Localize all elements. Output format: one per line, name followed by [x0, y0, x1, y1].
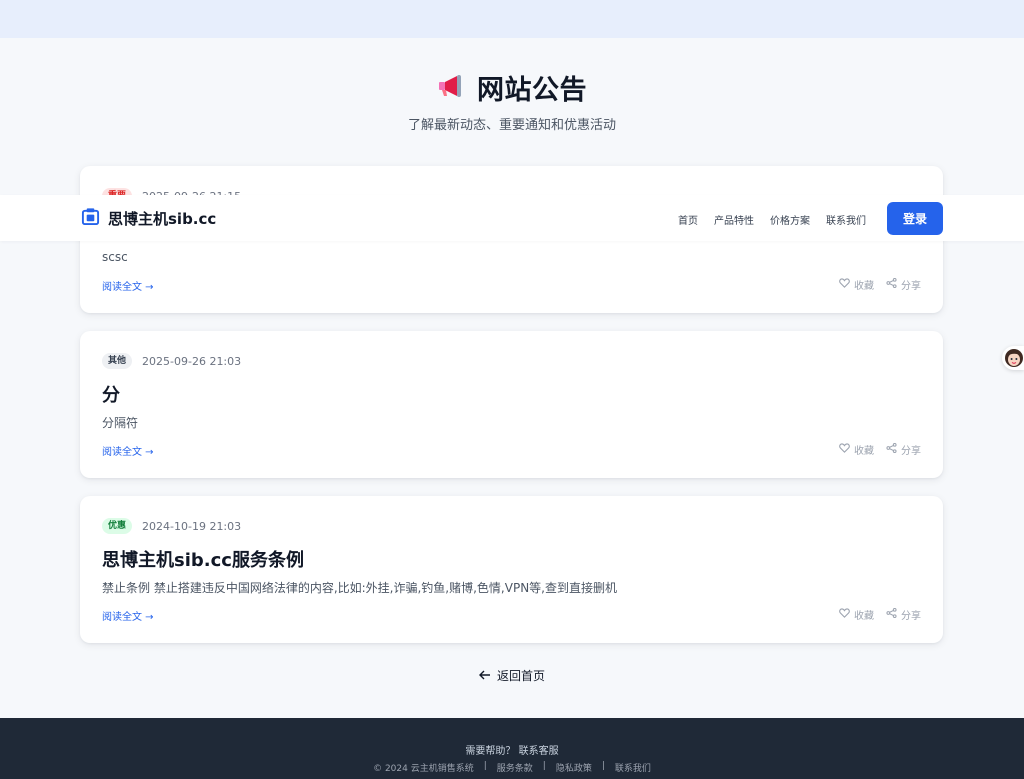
- favorite-label: 收藏: [854, 611, 874, 622]
- share-icon: [886, 607, 897, 621]
- share-label: 分享: [901, 446, 921, 457]
- announcement-card: 其他 2025-09-26 21:03 分 分隔符 阅读全文 → 收藏 分享: [80, 331, 943, 478]
- read-more-link[interactable]: 阅读全文 →: [102, 278, 154, 293]
- arrow-left-icon: [478, 669, 491, 683]
- share-icon: [886, 277, 897, 291]
- nav-links: 首页 产品特性 价格方案 联系我们: [678, 212, 866, 227]
- favorite-label: 收藏: [854, 281, 874, 292]
- favorite-button[interactable]: 收藏: [839, 277, 874, 292]
- server-box-icon: [81, 207, 100, 230]
- brand[interactable]: 思博主机sib.cc: [81, 207, 216, 230]
- share-icon: [886, 442, 897, 456]
- read-more-link[interactable]: 阅读全文 →: [102, 443, 154, 458]
- page-title: 网站公告: [0, 68, 1024, 107]
- card-excerpt: 禁止条例 禁止搭建违反中国网络法律的内容,比如:外挂,诈骗,钓鱼,赌博,色情,V…: [102, 581, 617, 595]
- page-subtitle: 了解最新动态、重要通知和优惠活动: [407, 118, 616, 133]
- contact-link[interactable]: 联系我们: [615, 761, 651, 774]
- divider: |: [542, 761, 546, 771]
- nav-item-home[interactable]: 首页: [678, 212, 698, 227]
- nav-item-contact[interactable]: 联系我们: [826, 212, 866, 227]
- read-more-link[interactable]: 阅读全文 →: [102, 608, 154, 623]
- privacy-link[interactable]: 隐私政策: [556, 761, 592, 774]
- terms-link[interactable]: 服务条款: [497, 761, 533, 774]
- card-excerpt: 分隔符: [102, 416, 139, 430]
- footer: 需要帮助？ 联系客服 © 2024 云主机销售系统 | 服务条款 | 隐私政策 …: [0, 718, 1024, 779]
- heart-icon: [839, 608, 850, 621]
- support-avatar[interactable]: [1002, 346, 1024, 370]
- card-actions: 收藏 分享: [839, 442, 921, 457]
- share-label: 分享: [901, 611, 921, 622]
- card-meta: 优惠 2024-10-19 21:03: [102, 518, 241, 534]
- share-label: 分享: [901, 281, 921, 292]
- card-excerpt: scsc: [102, 250, 128, 264]
- top-band: [0, 0, 1024, 38]
- heart-icon: [839, 443, 850, 456]
- brand-name: 思博主机sib.cc: [108, 210, 217, 228]
- card-title[interactable]: 分: [102, 381, 120, 407]
- nav-item-features[interactable]: 产品特性: [714, 212, 754, 227]
- status-badge: 其他: [102, 353, 133, 369]
- back-home-label: 返回首页: [496, 669, 545, 683]
- back-home-button[interactable]: 返回首页: [478, 667, 545, 684]
- login-button[interactable]: 登录: [887, 202, 943, 235]
- favorite-button[interactable]: 收藏: [839, 607, 874, 622]
- favorite-button[interactable]: 收藏: [839, 442, 874, 457]
- top-navbar: 思博主机sib.cc 首页 产品特性 价格方案 联系我们 登录: [0, 195, 1024, 241]
- nav-item-pricing[interactable]: 价格方案: [770, 212, 810, 227]
- copyright: © 2024 云主机销售系统: [373, 764, 474, 774]
- card-actions: 收藏 分享: [839, 277, 921, 292]
- announcement-card: 优惠 2024-10-19 21:03 思博主机sib.cc服务条例 禁止条例 …: [80, 496, 943, 643]
- share-button[interactable]: 分享: [886, 442, 921, 457]
- card-date: 2024-10-19 21:03: [142, 519, 242, 533]
- favorite-label: 收藏: [854, 446, 874, 457]
- heart-icon: [839, 278, 850, 291]
- share-button[interactable]: 分享: [886, 607, 921, 622]
- status-badge: 优惠: [102, 518, 133, 534]
- megaphone-icon: [437, 74, 465, 102]
- divider: |: [601, 761, 605, 771]
- hero-section: 网站公告 了解最新动态、重要通知和优惠活动: [0, 38, 1024, 168]
- card-actions: 收藏 分享: [839, 607, 921, 622]
- page-title-text: 网站公告: [477, 75, 587, 106]
- back-home-link: 返回首页: [0, 667, 1024, 684]
- card-date: 2025-09-26 21:03: [142, 354, 242, 368]
- footer-help: 需要帮助？ 联系客服: [0, 742, 1024, 757]
- share-button[interactable]: 分享: [886, 277, 921, 292]
- help-link[interactable]: 需要帮助？ 联系客服: [465, 746, 558, 757]
- card-meta: 其他 2025-09-26 21:03: [102, 353, 241, 369]
- card-title[interactable]: 思博主机sib.cc服务条例: [102, 546, 304, 572]
- divider: |: [483, 761, 487, 771]
- footer-links: © 2024 云主机销售系统 | 服务条款 | 隐私政策 | 联系我们: [0, 761, 1024, 774]
